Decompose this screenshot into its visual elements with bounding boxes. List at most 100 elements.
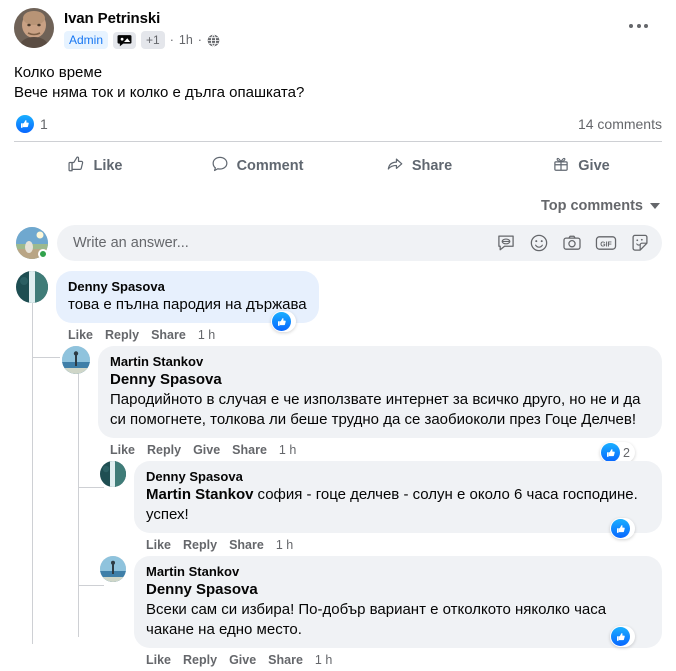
thumbs-up-outline-icon [67,155,85,177]
sort-label: Top comments [540,198,643,214]
comment-input-box[interactable]: Write an answer... GIF [57,225,662,261]
comment-author-avatar[interactable] [16,271,48,303]
gif-icon[interactable]: GIF [595,233,617,253]
comment-item: Denny Spasova Martin Stankov софия - гоце… [0,457,676,552]
globe-icon[interactable] [207,33,220,47]
comment-content: Denny Spasova Martin Stankov софия - гоце… [134,461,662,552]
comment-like-action[interactable]: Like [68,328,93,342]
svg-text:GIF: GIF [600,241,611,248]
extra-badge[interactable]: +1 [141,31,165,49]
sticker-icon[interactable] [630,233,650,253]
comment-item: Martin Stankov Denny Spasova Пародийното… [0,342,676,463]
comment-actions: Like Reply Share 1 h [56,323,662,342]
comment-like-action[interactable]: Like [110,443,135,457]
post-text-line-1: Колко време [14,64,103,81]
comment-timestamp: 1 h [197,328,216,342]
comment-give-action[interactable]: Give [229,653,256,667]
comment-like-badge[interactable] [271,311,296,332]
comment-share-action[interactable]: Share [151,328,186,342]
facebook-post: Ivan Petrinski Admin +1 · 1h · Колко вре… [0,0,676,671]
post-timestamp[interactable]: 1h [179,33,193,47]
avatar-sticker-icon[interactable] [496,233,516,253]
comment-reply-action[interactable]: Reply [183,653,217,667]
comment-bubble-icon [211,155,229,177]
meta-separator-1: · [169,33,174,47]
post-action-bar: Like Comment Share Give [0,142,676,190]
comment-bubble: Denny Spasova Martin Stankov софия - гоце… [134,461,662,533]
reaction-summary[interactable]: 1 [16,115,48,133]
comment-bubble: Martin Stankov Denny Spasova Пародийното… [98,346,662,438]
sort-comments-dropdown[interactable]: Top comments [541,198,660,214]
post-header: Ivan Petrinski Admin +1 · 1h · [0,0,676,49]
emoji-icon[interactable] [529,233,549,253]
comment-share-action[interactable]: Share [232,443,267,457]
comment-author-name[interactable]: Martin Stankov [110,353,650,370]
comment-mention[interactable]: Denny Spasova [110,370,650,390]
comment-author-name[interactable]: Denny Spasova [146,468,650,485]
post-meta-row: Admin +1 · 1h · [64,31,664,49]
share-button[interactable]: Share [338,146,500,186]
chevron-down-icon [650,203,660,209]
give-button-label: Give [578,158,610,174]
comment-share-action[interactable]: Share [229,538,264,552]
comment-content: Denny Spasova това е пълна пародия на дъ… [56,271,662,342]
comment-like-badge[interactable] [610,518,635,539]
comment-timestamp: 1 h [278,443,297,457]
thumbs-up-icon [611,519,630,538]
post-body: Колко време Вече няма ток и колко е дълг… [0,49,676,103]
post-author-name[interactable]: Ivan Petrinski [64,9,664,28]
menu-dot [644,24,648,28]
comment-input[interactable]: Write an answer... [73,235,496,251]
admin-badge[interactable]: Admin [64,31,109,49]
comment-text: това е пълна пародия на държава [68,296,307,313]
menu-dot [636,24,641,28]
comment-like-action[interactable]: Like [146,653,171,667]
comment-author-avatar[interactable] [100,461,126,487]
like-button-label: Like [93,158,123,174]
comment-button[interactable]: Comment [176,146,338,186]
thumbs-up-icon [16,115,34,133]
comment-text-with-mention: Martin Stankov софия - гоце делчев - солу… [146,485,650,525]
comment-like-badge[interactable] [610,626,635,647]
current-user-avatar[interactable] [16,227,48,259]
reaction-summary-row: 1 14 comments [0,103,676,141]
comment-actions: Like Reply Give Share 1 h [98,438,662,457]
comment-timestamp: 1 h [314,653,333,667]
post-text-line-2: Вече няма ток и колко е дълга опашката? [14,84,305,101]
comment-mention[interactable]: Martin Stankov [146,486,254,503]
like-button[interactable]: Like [14,146,176,186]
chat-bubble-icon [113,31,137,49]
comment-share-action[interactable]: Share [268,653,303,667]
share-button-label: Share [411,158,453,174]
camera-icon[interactable] [562,233,582,253]
comment-reply-action[interactable]: Reply [105,328,139,342]
comment-text: Всеки сам си избира! По-добър вариант е … [146,601,607,638]
comment-author-name[interactable]: Martin Stankov [146,563,650,580]
comment-actions: Like Reply Give Share 1 h [134,648,662,667]
thumbs-up-icon [272,312,291,331]
comment-reply-action[interactable]: Reply [147,443,181,457]
comment-author-avatar[interactable] [62,346,90,374]
thumbs-up-icon [611,627,630,646]
post-menu-button[interactable] [623,18,654,34]
comment-like-action[interactable]: Like [146,538,171,552]
comment-item: Denny Spasova това е пълна пародия на дъ… [0,269,676,342]
post-author-avatar[interactable] [14,8,54,48]
comments-count[interactable]: 14 comments [578,116,662,132]
comment-actions: Like Reply Share 1 h [134,533,662,552]
online-status-dot [38,249,48,259]
comment-item: Martin Stankov Denny Spasova Всеки сам с… [0,552,676,667]
comments-list: Denny Spasova това е пълна пародия на дъ… [0,269,676,667]
share-arrow-icon [386,155,404,177]
comment-give-action[interactable]: Give [193,443,220,457]
post-author-block: Ivan Petrinski Admin +1 · 1h · [64,8,664,49]
comment-reply-action[interactable]: Reply [183,538,217,552]
reaction-count: 1 [40,116,48,132]
give-button[interactable]: Give [500,146,662,186]
comment-text: Пародийното в случая е че използвате инт… [110,391,641,428]
comment-content: Martin Stankov Denny Spasova Пародийното… [98,346,662,463]
comment-mention[interactable]: Denny Spasova [146,580,650,600]
comment-author-avatar[interactable] [100,556,126,582]
meta-separator-2: · [197,33,202,47]
comment-author-name[interactable]: Denny Spasova [68,278,307,295]
